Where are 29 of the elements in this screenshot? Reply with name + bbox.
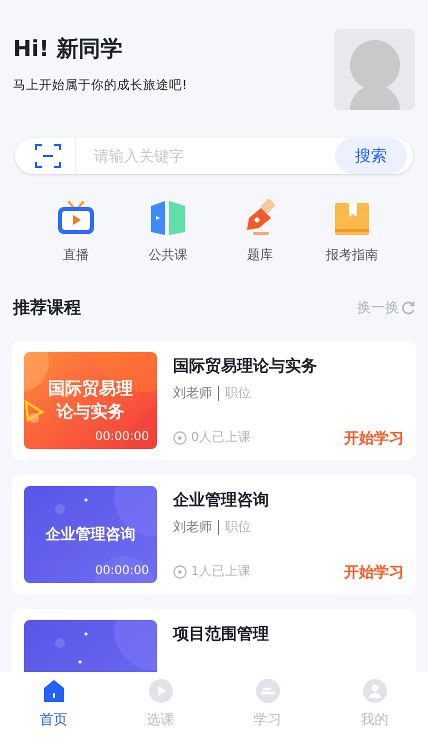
course-card[interactable]: 项目范围管理: [12, 609, 416, 672]
course-title: 企业管理咨询: [173, 489, 270, 511]
shortcut-item[interactable]: 题库: [214, 198, 306, 266]
teacher-position: 职位: [225, 519, 251, 537]
greeting-subtitle: 马上开始属于你的成长旅途吧!: [13, 76, 188, 94]
course-card[interactable]: 企业管理咨询 00:00:00 企业管理咨询 刘老师 职位 1人已上课 开始学习: [12, 475, 416, 594]
course-title: 项目范围管理: [173, 623, 270, 645]
duration: 00:00:00: [95, 428, 149, 445]
teacher-name: 刘老师: [173, 519, 212, 537]
shortcut-item[interactable]: 直播: [30, 198, 122, 266]
shortcut-item[interactable]: 报考指南: [306, 198, 398, 266]
learner-count: 0人已上课: [191, 428, 251, 446]
teacher-position: 职位: [225, 385, 251, 403]
cover-title: 国际贸易理论与实务: [48, 378, 134, 424]
search-button[interactable]: 搜索: [335, 138, 407, 174]
course-title: 国际贸易理论与实务: [173, 355, 318, 377]
teacher-name: 刘老师: [173, 385, 212, 403]
section-title: 推荐课程: [13, 296, 81, 320]
course-card[interactable]: 国际贸易理论与实务 00:00:00 国际贸易理论与实务 刘老师 职位 0人已上课 开始学习: [12, 341, 416, 460]
search-bar[interactable]: 请输入关键字 搜索: [15, 138, 413, 174]
start-learning-button[interactable]: 开始学习: [344, 426, 404, 449]
cover-title: 企业管理咨询: [46, 524, 136, 545]
duration: 00:00:00: [95, 562, 149, 579]
shortcut-item[interactable]: 公共课: [122, 198, 214, 266]
tab-item[interactable]: 首页: [0, 672, 107, 737]
search-field[interactable]: 请输入关键字: [94, 144, 335, 168]
learner-count: 1人已上课: [191, 562, 251, 580]
start-learning-button[interactable]: 开始学习: [344, 560, 404, 583]
greeting-title: Hi! 新同学: [13, 36, 124, 64]
